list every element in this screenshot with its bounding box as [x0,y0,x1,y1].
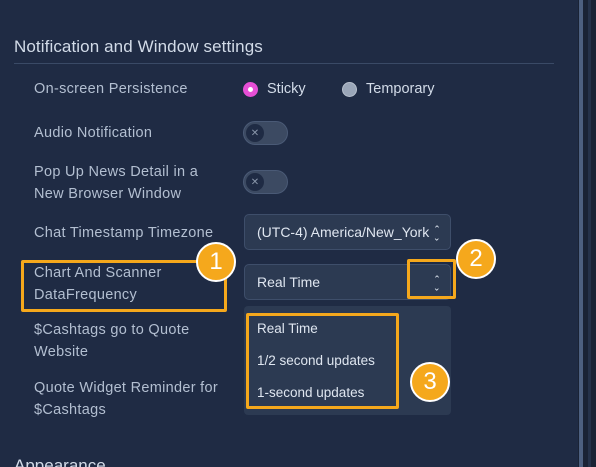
radio-temporary-label: Temporary [366,81,435,97]
section-title: Notification and Window settings [14,37,263,56]
popup-news-label-line2: New Browser Window [34,186,182,202]
radio-selected-icon [243,81,258,97]
callout-badge-3: 3 [410,362,450,402]
appearance-section-title: Appearance [14,456,106,467]
popup-news-toggle[interactable]: ✕ [243,170,288,194]
radio-unselected-icon [342,81,357,97]
panel-divider [588,0,591,467]
quote-widget-label-line2: $Cashtags [34,402,107,418]
select-chevron-icon: ⌃ ⌃ [433,224,441,243]
radio-temporary[interactable]: Temporary [342,81,435,97]
popup-news-label-line1: Pop Up News Detail in a [34,164,199,180]
cashtags-quote-label: $Cashtags go to Quote Website [34,319,189,363]
persistence-label: On-screen Persistence [34,81,188,97]
cashtags-quote-label-line2: Website [34,344,89,360]
timezone-select[interactable]: (UTC-4) America/New_York ⌃ ⌃ [244,214,451,250]
callout-badge-1: 1 [196,242,236,282]
audio-notification-toggle[interactable]: ✕ [243,121,288,145]
quote-widget-label-line1: Quote Widget Reminder for [34,380,218,396]
quote-widget-label: Quote Widget Reminder for $Cashtags [34,377,218,421]
popup-news-label: Pop Up News Detail in a New Browser Wind… [34,161,198,205]
toggle-off-icon: ✕ [246,173,264,191]
radio-sticky-label: Sticky [267,81,306,97]
callout-badge-2: 2 [456,239,496,279]
cashtags-quote-label-line1: $Cashtags go to Quote [34,322,190,338]
timezone-label: Chat Timestamp Timezone [34,225,214,241]
section-divider [14,63,554,64]
scrollbar-track[interactable] [579,0,583,467]
frequency-value: Real Time [257,274,321,290]
highlight-chevron [407,259,456,299]
audio-notification-label: Audio Notification [34,125,153,141]
toggle-off-icon: ✕ [246,124,264,142]
right-scrollbar-edge[interactable] [578,0,596,467]
radio-sticky[interactable]: Sticky [243,81,306,97]
timezone-value: (UTC-4) America/New_York [257,224,430,240]
highlight-dropdown-options [246,313,399,409]
